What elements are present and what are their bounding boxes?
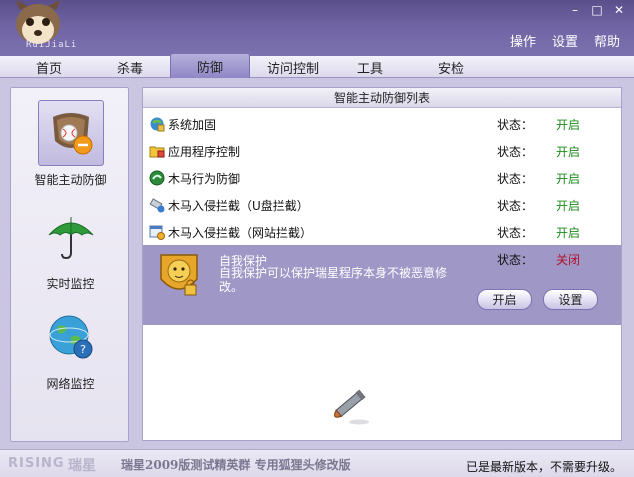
folder-app-icon	[149, 146, 165, 158]
status-label: 状态：	[497, 118, 534, 132]
tab-access-control[interactable]: 访问控制	[258, 56, 328, 78]
globe-icon: ?	[49, 315, 92, 359]
status-label: 状态：	[497, 253, 534, 267]
row-name: 系统加固	[168, 118, 217, 132]
logo-text: RuiJiaLi	[26, 40, 78, 50]
sidebar-item-realtime-monitor[interactable]: 实时监控	[11, 204, 130, 292]
list-row-system-harden[interactable]: 系统加固 状态： 开启	[143, 110, 621, 137]
trojan-behavior-icon	[149, 170, 165, 186]
sidebar-item-network-monitor[interactable]: ? 网络监控	[11, 304, 130, 392]
maximize-button[interactable]: □	[588, 2, 606, 18]
sidebar: 智能主动防御 实时监控 ? 网络监控	[10, 87, 129, 442]
list-row-app-control[interactable]: 应用程序控制 状态： 开启	[143, 137, 621, 164]
tab-home[interactable]: 首页	[22, 56, 76, 78]
status-label: 状态：	[497, 145, 534, 159]
row-name: 木马行为防御	[168, 172, 241, 186]
tab-defense[interactable]: 防御	[170, 53, 250, 78]
defense-list-panel: 智能主动防御列表 系统加固 状态： 开启 应用程序控制 状态： 开启 木马行为防…	[142, 87, 622, 441]
sidebar-icon-box	[38, 204, 104, 270]
svg-text:?: ?	[80, 343, 86, 356]
umbrella-icon	[48, 217, 93, 260]
status-value[interactable]: 开启	[556, 170, 580, 187]
status-bar: RISING 瑞星 瑞星2009版测试精英群 专用狐狸头修改版 已是最新版本，不…	[0, 449, 634, 477]
list-row-self-protect[interactable]: 自我保护 自我保护可以保护瑞星程序本身不被恶意修改。 状态： 关闭 开启 设置	[143, 245, 621, 325]
menu-settings[interactable]: 设置	[552, 31, 578, 50]
sidebar-icon-box	[37, 100, 104, 166]
status-label: 状态：	[497, 199, 534, 213]
status-value[interactable]: 开启	[556, 197, 580, 214]
tab-security-check[interactable]: 安检	[424, 56, 478, 78]
shield-baseball-icon	[52, 113, 92, 155]
title-bar: RuiJiaLi – □ ✕ 操作 设置 帮助	[0, 0, 634, 56]
enable-button[interactable]: 开启	[477, 289, 532, 310]
tab-tools[interactable]: 工具	[343, 56, 397, 78]
tab-bar: 首页 杀毒 防御 访问控制 工具 安检	[0, 53, 634, 78]
row-name: 应用程序控制	[168, 145, 241, 159]
status-value[interactable]: 开启	[556, 224, 580, 241]
update-status-text: 已是最新版本，不需要升级。	[465, 460, 622, 474]
self-protect-description: 自我保护可以保护瑞星程序本身不被恶意修改。	[219, 266, 448, 294]
menu-operation[interactable]: 操作	[510, 31, 536, 50]
minimize-button[interactable]: –	[566, 2, 584, 18]
list-row-usb-intercept[interactable]: 木马入侵拦截（U盘拦截） 状态： 开启	[143, 191, 621, 218]
status-value[interactable]: 开启	[556, 143, 580, 160]
lion-shield-icon	[160, 254, 198, 296]
status-value[interactable]: 开启	[556, 116, 580, 133]
usb-intercept-icon	[149, 198, 165, 213]
close-button[interactable]: ✕	[610, 2, 628, 18]
top-menu: 操作 设置 帮助	[510, 31, 620, 50]
brand-logo-en: RISING	[8, 456, 65, 471]
sidebar-item-label: 网络监控	[46, 377, 95, 391]
row-name: 木马入侵拦截（网站拦截）	[168, 226, 313, 240]
panel-title: 智能主动防御列表	[143, 88, 621, 108]
sidebar-item-active-defense[interactable]: 智能主动防御	[11, 100, 130, 188]
bullet-decoration-icon	[334, 389, 369, 425]
list-row-website-intercept[interactable]: 木马入侵拦截（网站拦截） 状态： 开启	[143, 218, 621, 245]
system-harden-icon	[150, 117, 165, 132]
tab-antivirus[interactable]: 杀毒	[103, 56, 157, 78]
row-name: 木马入侵拦截（U盘拦截）	[168, 199, 309, 213]
sidebar-item-label: 实时监控	[46, 277, 95, 291]
window-controls: – □ ✕	[566, 2, 628, 18]
sidebar-item-label: 智能主动防御	[34, 173, 107, 187]
sidebar-icon-box: ?	[38, 304, 104, 370]
version-text: 瑞星2009版测试精英群 专用狐狸头修改版	[121, 458, 351, 472]
status-label: 状态：	[497, 172, 534, 186]
brand-logo-cn: 瑞星	[68, 458, 96, 474]
menu-help[interactable]: 帮助	[594, 31, 620, 50]
settings-button[interactable]: 设置	[543, 289, 598, 310]
website-intercept-icon	[149, 225, 165, 240]
status-label: 状态：	[497, 226, 534, 240]
list-row-trojan-behavior[interactable]: 木马行为防御 状态： 开启	[143, 164, 621, 191]
status-value[interactable]: 关闭	[556, 251, 580, 268]
